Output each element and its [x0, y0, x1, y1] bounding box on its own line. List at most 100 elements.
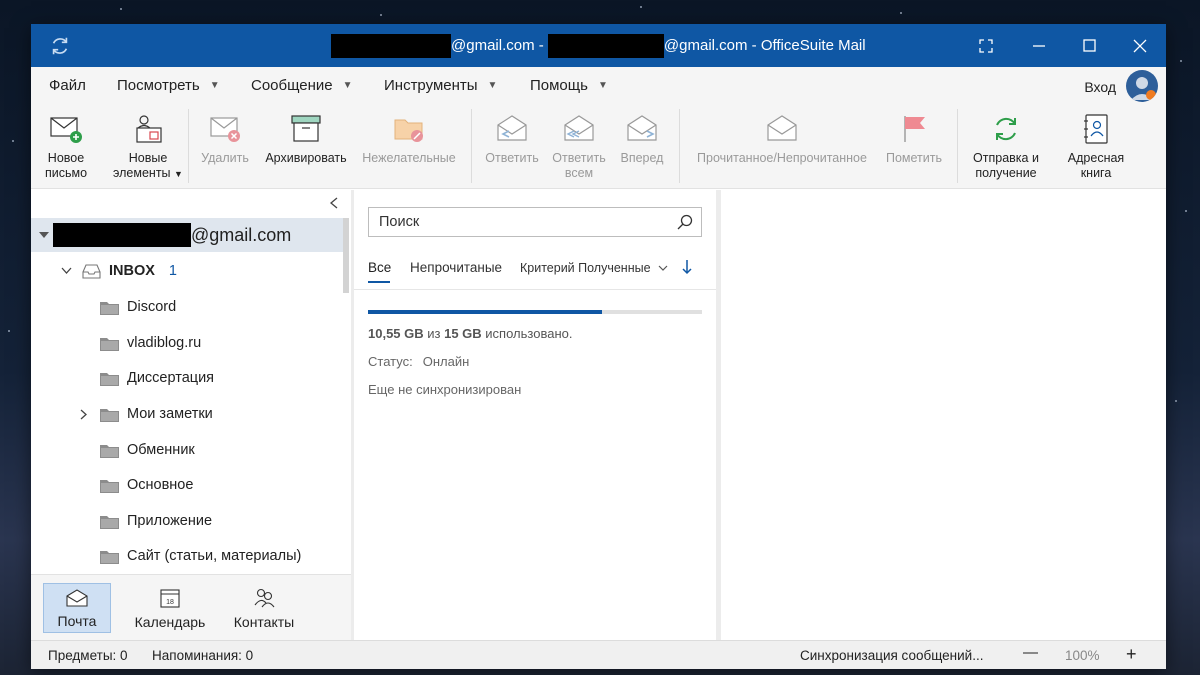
collapse-sidebar-icon[interactable]	[329, 196, 339, 212]
calendar-icon: 18	[160, 589, 180, 608]
redacted-block	[53, 223, 191, 247]
folder-main[interactable]: Основное	[31, 467, 343, 503]
account-row[interactable]: @gmail.com	[31, 218, 343, 252]
folder-discord[interactable]: Discord	[31, 289, 343, 325]
nav-mail[interactable]: Почта	[43, 583, 111, 633]
folder-app[interactable]: Приложение	[31, 503, 343, 539]
chevron-right-icon[interactable]	[80, 409, 88, 420]
filter-bar: Все Непрочитаные Критерий Полученные	[368, 260, 702, 284]
menu-help[interactable]: Помощь ▼	[530, 77, 608, 94]
status-bar: Предметы: 0 Напоминания: 0 Синхронизация…	[31, 640, 1166, 669]
caret-down-icon: ▼	[342, 80, 353, 91]
archive-icon	[291, 115, 321, 142]
folder-icon	[100, 479, 119, 493]
menu-file[interactable]: Файл	[49, 77, 86, 94]
address-book-button[interactable]: Адресная книга	[1059, 113, 1133, 181]
nav-mail-label: Почта	[57, 613, 97, 629]
send-receive-button[interactable]: Отправка и получение	[967, 113, 1045, 181]
folder-label: Discord	[127, 299, 177, 315]
avatar[interactable]	[1126, 70, 1158, 102]
maximize-icon	[1082, 39, 1096, 52]
delete-mail-icon	[210, 117, 240, 142]
folder-dissertation[interactable]: Диссертация	[31, 360, 343, 396]
new-mail-icon	[50, 117, 82, 143]
folder-vladiblog[interactable]: vladiblog.ru	[31, 325, 343, 361]
archive-label: Архивировать	[265, 151, 347, 165]
storage-progress-fill	[368, 310, 602, 314]
contacts-icon	[254, 588, 275, 608]
minimize-button[interactable]	[1014, 24, 1064, 67]
sync-status-text: Еще не синхронизирован	[368, 382, 522, 397]
sort-direction-icon[interactable]	[682, 259, 692, 279]
login-link[interactable]: Вход	[1084, 79, 1116, 95]
search-icon[interactable]	[677, 214, 693, 230]
archive-button[interactable]: Архивировать	[263, 113, 349, 166]
menu-tools[interactable]: Инструменты ▼	[384, 77, 497, 94]
fullscreen-button[interactable]	[961, 24, 1011, 67]
folder-label: Сайт (статьи, материалы)	[127, 548, 302, 564]
folder-inbox[interactable]: INBOX 1	[31, 253, 343, 289]
new-mail-button[interactable]: Новое письмо	[43, 113, 89, 181]
status-value: Онлайн	[422, 354, 470, 369]
send-receive-label-1: Отправка и	[973, 151, 1039, 165]
menu-view[interactable]: Посмотреть ▼	[117, 77, 220, 94]
new-items-label-1: Новые	[128, 151, 168, 165]
module-switcher: Почта 18 Календарь Контакты	[31, 574, 351, 640]
fullscreen-icon	[979, 38, 993, 53]
title-bar: @gmail.com - @gmail.com - OfficeSuite Ma…	[31, 24, 1166, 67]
menu-message-label: Сообщение	[251, 77, 333, 94]
new-mail-label-2: письмо	[44, 166, 88, 180]
storage-suffix: использовано.	[481, 326, 573, 341]
reply-all-button[interactable]: Ответить всем	[549, 113, 609, 181]
nav-contacts[interactable]: Контакты	[227, 583, 301, 633]
search-input[interactable]: Поиск	[368, 207, 702, 237]
forward-button[interactable]: Вперед	[617, 113, 667, 166]
sidebar-scrollbar[interactable]	[343, 218, 349, 293]
redacted-block	[547, 33, 664, 58]
sync-progress-text: Синхронизация сообщений...	[800, 648, 984, 663]
reply-label: Ответить	[485, 151, 539, 165]
delete-button[interactable]: Удалить	[199, 113, 251, 166]
junk-button[interactable]: Нежелательные	[361, 113, 457, 166]
folder-label: Основное	[127, 477, 194, 493]
message-list-pane: Поиск Все Непрочитаные Критерий Полученн…	[354, 190, 716, 640]
new-items-button[interactable]: Новые элементы ▼	[113, 113, 183, 182]
storage-total: 15 GB	[444, 326, 482, 341]
maximize-button[interactable]	[1064, 24, 1114, 67]
nav-calendar-label: Календарь	[134, 614, 206, 630]
zoom-out-button[interactable]: —	[1023, 644, 1038, 661]
folder-site[interactable]: Сайт (статьи, материалы)	[31, 538, 343, 574]
sync-icon[interactable]	[49, 35, 71, 57]
flag-button[interactable]: Пометить	[883, 113, 945, 166]
reply-all-label-2: всем	[564, 166, 594, 180]
calendar-day-number: 18	[166, 599, 174, 606]
send-receive-icon	[996, 117, 1016, 141]
nav-calendar[interactable]: 18 Календарь	[129, 583, 211, 633]
read-unread-label: Прочитанное/Непрочитанное	[697, 151, 867, 165]
folder-icon	[100, 550, 119, 564]
filter-unread-tab[interactable]: Непрочитаные	[410, 260, 502, 275]
mail-window: @gmail.com - @gmail.com - OfficeSuite Ma…	[31, 24, 1166, 669]
storage-of: из	[423, 326, 445, 341]
title-domain-2: @gmail.com	[663, 37, 748, 54]
mail-icon	[66, 589, 88, 607]
ribbon-toolbar: Новое письмо Новые элементы ▼ Удалить Ар…	[31, 105, 1166, 189]
ribbon-separator	[957, 109, 958, 183]
address-book-icon	[1084, 114, 1108, 144]
folder-icon	[100, 444, 119, 458]
filter-all-tab[interactable]: Все	[368, 260, 391, 275]
flag-icon	[904, 116, 925, 142]
folder-exchanger[interactable]: Обменник	[31, 432, 343, 468]
sort-dropdown[interactable]: Критерий Полученные	[520, 261, 668, 275]
folder-label: Мои заметки	[127, 406, 213, 422]
zoom-in-button[interactable]: +	[1126, 644, 1137, 665]
menu-message[interactable]: Сообщение ▼	[251, 77, 353, 94]
close-button[interactable]	[1115, 24, 1165, 67]
redacted-block	[331, 33, 451, 58]
reply-button[interactable]: Ответить	[483, 113, 541, 166]
items-count: Предметы: 0	[48, 648, 128, 663]
folder-icon	[100, 301, 119, 315]
read-unread-button[interactable]: Прочитанное/Непрочитанное	[691, 113, 873, 166]
inbox-unread-count: 1	[168, 263, 177, 279]
folder-notes[interactable]: Мои заметки	[31, 396, 343, 432]
